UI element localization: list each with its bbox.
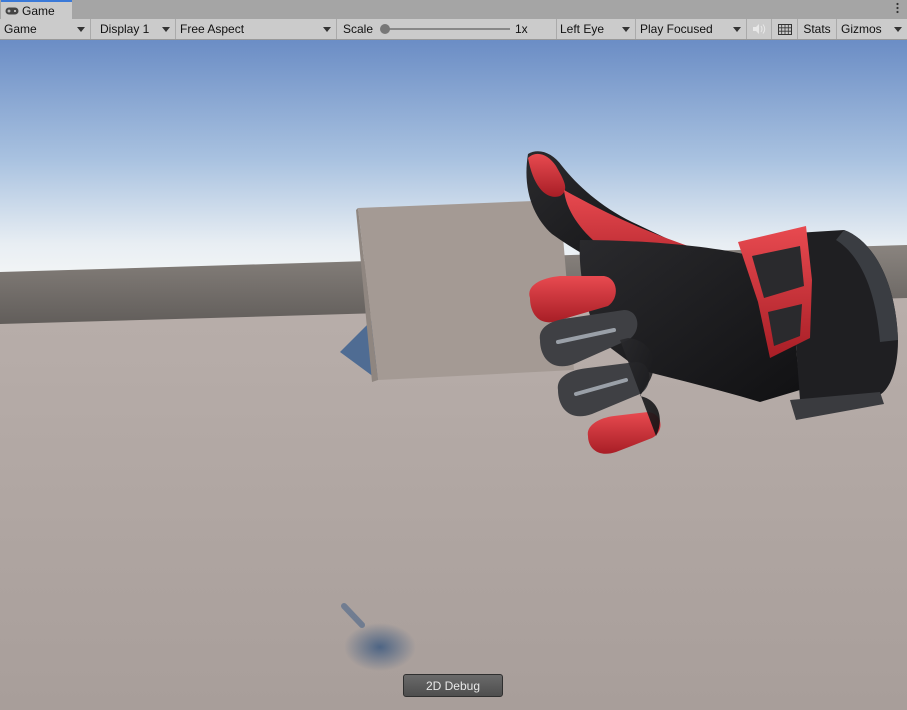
aspect-dropdown-label: Free Aspect <box>180 22 245 36</box>
play-mode-dropdown-label: Play Focused <box>640 22 713 36</box>
tab-title: Game <box>22 3 55 18</box>
display-dropdown-label: Display 1 <box>100 22 150 36</box>
2d-debug-button[interactable]: 2D Debug <box>403 674 503 697</box>
chevron-down-icon <box>162 27 170 32</box>
chevron-down-icon <box>323 27 331 32</box>
mute-audio-button[interactable] <box>747 19 772 39</box>
scale-slider[interactable] <box>380 24 510 34</box>
chevron-down-icon <box>894 27 902 32</box>
aspect-dropdown[interactable]: Free Aspect <box>176 19 337 39</box>
speaker-mute-icon <box>753 24 766 34</box>
gamepad-icon <box>5 7 19 14</box>
chevron-down-icon <box>733 27 741 32</box>
tab-game[interactable]: Game <box>1 0 72 19</box>
eye-dropdown-label: Left Eye <box>560 22 605 36</box>
chevron-down-icon <box>77 27 85 32</box>
stats-button[interactable]: Stats <box>798 19 837 39</box>
scale-value: 1x <box>515 22 528 36</box>
view-dropdown-label: Game <box>4 22 37 36</box>
keyboard-grid-icon <box>777 23 792 35</box>
gizmos-dropdown[interactable]: Gizmos <box>837 19 907 39</box>
chevron-down-icon <box>622 27 630 32</box>
display-dropdown[interactable]: Display 1 <box>96 19 176 39</box>
gizmos-label: Gizmos <box>841 22 882 36</box>
scale-control: Scale 1x <box>338 19 557 39</box>
scene-render <box>0 40 907 710</box>
play-mode-dropdown[interactable]: Play Focused <box>636 19 747 39</box>
keyboard-shortcuts-button[interactable] <box>772 19 798 39</box>
scale-label: Scale <box>343 22 374 36</box>
game-toolbar: Game Display 1 Free Aspect Scale 1x Left… <box>0 19 907 40</box>
tab-bar: Game <box>0 0 907 20</box>
kebab-menu-icon[interactable] <box>896 2 899 14</box>
eye-dropdown[interactable]: Left Eye <box>556 19 636 39</box>
stats-label: Stats <box>803 22 831 36</box>
scale-slider-handle[interactable] <box>380 24 390 34</box>
2d-debug-label: 2D Debug <box>425 678 481 693</box>
game-viewport[interactable] <box>0 40 907 710</box>
view-dropdown[interactable]: Game <box>0 19 91 39</box>
